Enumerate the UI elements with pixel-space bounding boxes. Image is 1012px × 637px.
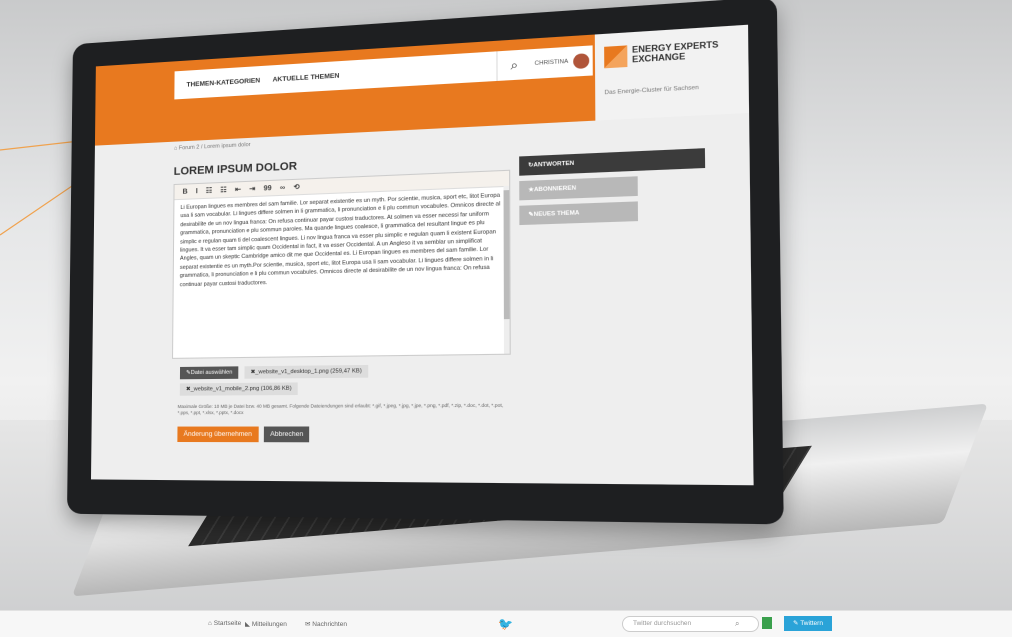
link-button[interactable]: ∞ [280,184,285,191]
cancel-button[interactable]: Abbrechen [263,426,310,443]
nav-aktuelle-themen[interactable]: AKTUELLE THEMEN [273,72,340,83]
subscribe-button[interactable]: ★ ABONNIEREN [519,176,638,201]
breadcrumb: ⌂ Forum 2 / Lorem ipsum dolor [174,142,251,152]
search-icon[interactable]: ⌕ [735,619,739,629]
attachment-item: ✖ _website_v1_mobile_2.png (106,86 KB) [179,382,298,396]
avatar [572,53,589,70]
breadcrumb-text[interactable]: Forum 2 / Lorem ipsum dolor [179,142,251,152]
laptop-screen: THEMEN-KATEGORIEN AKTUELLE THEMEN ⌕ CHRI… [90,24,754,486]
indent-button[interactable]: ⇥ [249,185,255,193]
submit-button[interactable]: Änderung übernehmen [177,426,259,443]
unlink-button[interactable]: ⟲ [293,183,299,191]
quote-button[interactable]: 99 [264,184,272,192]
answer-button[interactable]: ↻ ANTWORTEN [519,148,706,176]
new-topic-button[interactable]: ✎ NEUES THEMA [519,201,639,226]
sidebar-actions: ↻ ANTWORTEN ★ ABONNIEREN ✎ NEUES THEMA [519,148,706,230]
upload-limits: Maximale Größe: 10 MB je Datei bzw. 40 M… [177,402,504,416]
attachment-item: ✖ _website_v1_desktop_1.png (259,47 KB) [244,364,369,379]
outdent-button[interactable]: ⇤ [235,185,241,193]
attachments: ✎ Datei auswählen ✖ _website_v1_desktop_… [178,363,371,398]
photo-scene: THEMEN-KATEGORIEN AKTUELLE THEMEN ⌕ CHRI… [0,0,1012,637]
user-name: CHRISTINA [534,58,569,68]
main-nav: THEMEN-KATEGORIEN AKTUELLE THEMEN [174,51,503,100]
page-footer: ⌂ Startseite ◣ Mitteilungen ✉ Nachrichte… [0,610,1012,637]
editor-textarea[interactable]: Li Europan lingues es membres del sam fa… [174,187,510,294]
italic-button[interactable]: I [196,188,198,195]
rich-text-editor[interactable]: B I ☷ ☷ ⇤ ⇥ 99 ∞ ⟲ Li Europan lingues es… [172,169,511,359]
choose-file-button[interactable]: ✎ Datei auswählen [179,366,239,380]
site-header: THEMEN-KATEGORIEN AKTUELLE THEMEN ⌕ CHRI… [94,24,750,146]
page-title: LOREM IPSUM DOLOR [173,160,298,178]
tweet-button[interactable]: ✎ Twittern [784,616,832,631]
footer-startseite[interactable]: ⌂ Startseite [208,620,241,627]
editor-scrollbar[interactable] [503,185,510,354]
user-menu[interactable]: CHRISTINA [530,45,593,80]
ordered-list-button[interactable]: ☷ [206,186,212,194]
bold-button[interactable]: B [183,188,188,195]
app-logo-icon[interactable] [762,617,772,629]
twitter-bird-icon: 🐦 [498,617,513,631]
home-icon[interactable]: ⌂ [174,146,177,152]
brand-block: ENERGY EXPERTS EXCHANGE Das Energie-Clus… [594,24,750,121]
brand-name: ENERGY EXPERTS EXCHANGE [631,39,719,65]
brand-subtitle: Das Energie-Cluster für Sachsen [604,84,699,97]
laptop-lid: THEMEN-KATEGORIEN AKTUELLE THEMEN ⌕ CHRI… [66,0,784,525]
footer-mitteilungen[interactable]: ◣ Mitteilungen [245,620,287,628]
unordered-list-button[interactable]: ☷ [220,186,226,194]
search-icon[interactable]: ⌕ [496,49,532,81]
nav-themen-kategorien[interactable]: THEMEN-KATEGORIEN [186,77,260,88]
brand-logo-icon [604,45,628,69]
megaphone-icon: ◣ [245,621,252,628]
footer-nachrichten[interactable]: ✉ Nachrichten [305,620,347,628]
